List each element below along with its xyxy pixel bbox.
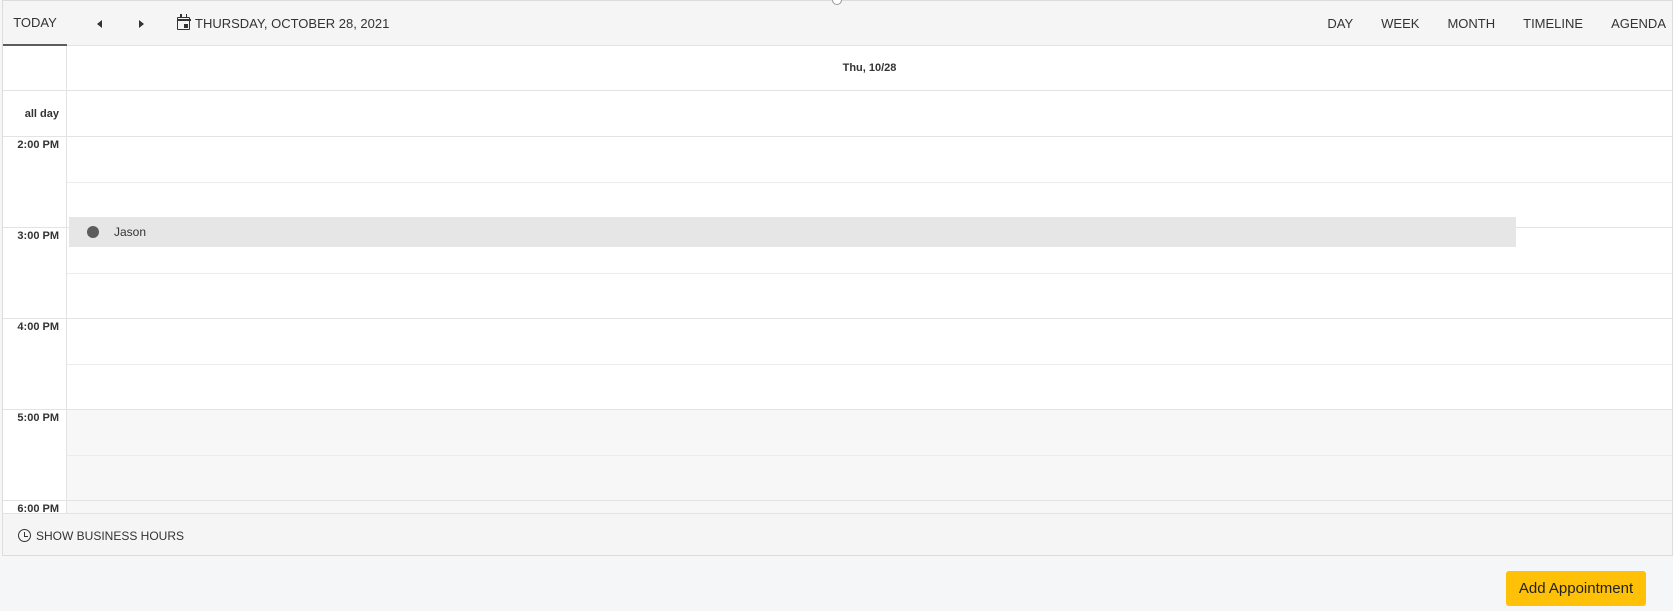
all-day-row: all day bbox=[3, 91, 1672, 137]
scheduler-footer: Show business hours bbox=[3, 513, 1672, 555]
time-slot[interactable] bbox=[67, 319, 1672, 365]
view-agenda-button[interactable]: Agenda bbox=[1597, 1, 1672, 46]
time-slot[interactable] bbox=[67, 274, 1672, 319]
time-grid: 2:00 PM 3:00 PM 4:00 PM 5:00 PM 6:00 PM … bbox=[3, 137, 1672, 513]
day-header[interactable]: Thu, 10/28 bbox=[67, 46, 1672, 90]
time-slot[interactable] bbox=[67, 137, 1672, 183]
appointment-dot-icon bbox=[87, 226, 99, 238]
hour-row: 6:00 PM bbox=[3, 501, 1672, 513]
view-switcher: Day Week Month Timeline Agenda bbox=[1313, 1, 1672, 46]
previous-button[interactable] bbox=[83, 1, 115, 46]
time-slot[interactable] bbox=[67, 455, 1672, 501]
appointment-item[interactable]: Jason bbox=[69, 217, 1516, 247]
add-appointment-button[interactable]: Add Appointment bbox=[1506, 571, 1646, 606]
time-label: 2:00 PM bbox=[3, 137, 67, 228]
show-business-hours-button[interactable]: Show business hours bbox=[18, 529, 184, 543]
time-slot[interactable] bbox=[67, 501, 1672, 513]
scheduler-toolbar: Today Thursday, October 28, 2021 Day Wee… bbox=[3, 1, 1672, 46]
hour-row: 2:00 PM bbox=[3, 137, 1672, 228]
calendar-icon bbox=[176, 14, 191, 30]
clock-icon bbox=[18, 529, 31, 542]
time-slot[interactable] bbox=[67, 410, 1672, 456]
time-label: 4:00 PM bbox=[3, 319, 67, 410]
view-week-button[interactable]: Week bbox=[1367, 1, 1433, 46]
time-label: 6:00 PM bbox=[3, 501, 67, 513]
all-day-label: all day bbox=[3, 91, 67, 136]
date-picker-button[interactable]: Thursday, October 28, 2021 bbox=[175, 1, 391, 46]
appointment-title: Jason bbox=[114, 225, 147, 239]
hour-row: 4:00 PM bbox=[3, 319, 1672, 410]
today-label: Today bbox=[13, 15, 57, 30]
date-header-row: Thu, 10/28 bbox=[3, 46, 1672, 91]
caret-right-icon bbox=[138, 19, 144, 28]
view-day-button[interactable]: Day bbox=[1313, 1, 1367, 46]
today-button[interactable]: Today bbox=[3, 1, 67, 46]
view-timeline-button[interactable]: Timeline bbox=[1509, 1, 1597, 46]
next-button[interactable] bbox=[125, 1, 157, 46]
business-hours-label: Show business hours bbox=[36, 528, 185, 543]
time-label: 5:00 PM bbox=[3, 410, 67, 501]
time-slot[interactable] bbox=[67, 365, 1672, 410]
time-gutter-header bbox=[3, 46, 67, 90]
scheduler: Today Thursday, October 28, 2021 Day Wee… bbox=[2, 0, 1673, 556]
view-month-button[interactable]: Month bbox=[1433, 1, 1509, 46]
caret-left-icon bbox=[96, 19, 102, 28]
hour-row: 5:00 PM bbox=[3, 410, 1672, 501]
current-date-label: Thursday, October 28, 2021 bbox=[195, 16, 390, 31]
time-label: 3:00 PM bbox=[3, 228, 67, 319]
